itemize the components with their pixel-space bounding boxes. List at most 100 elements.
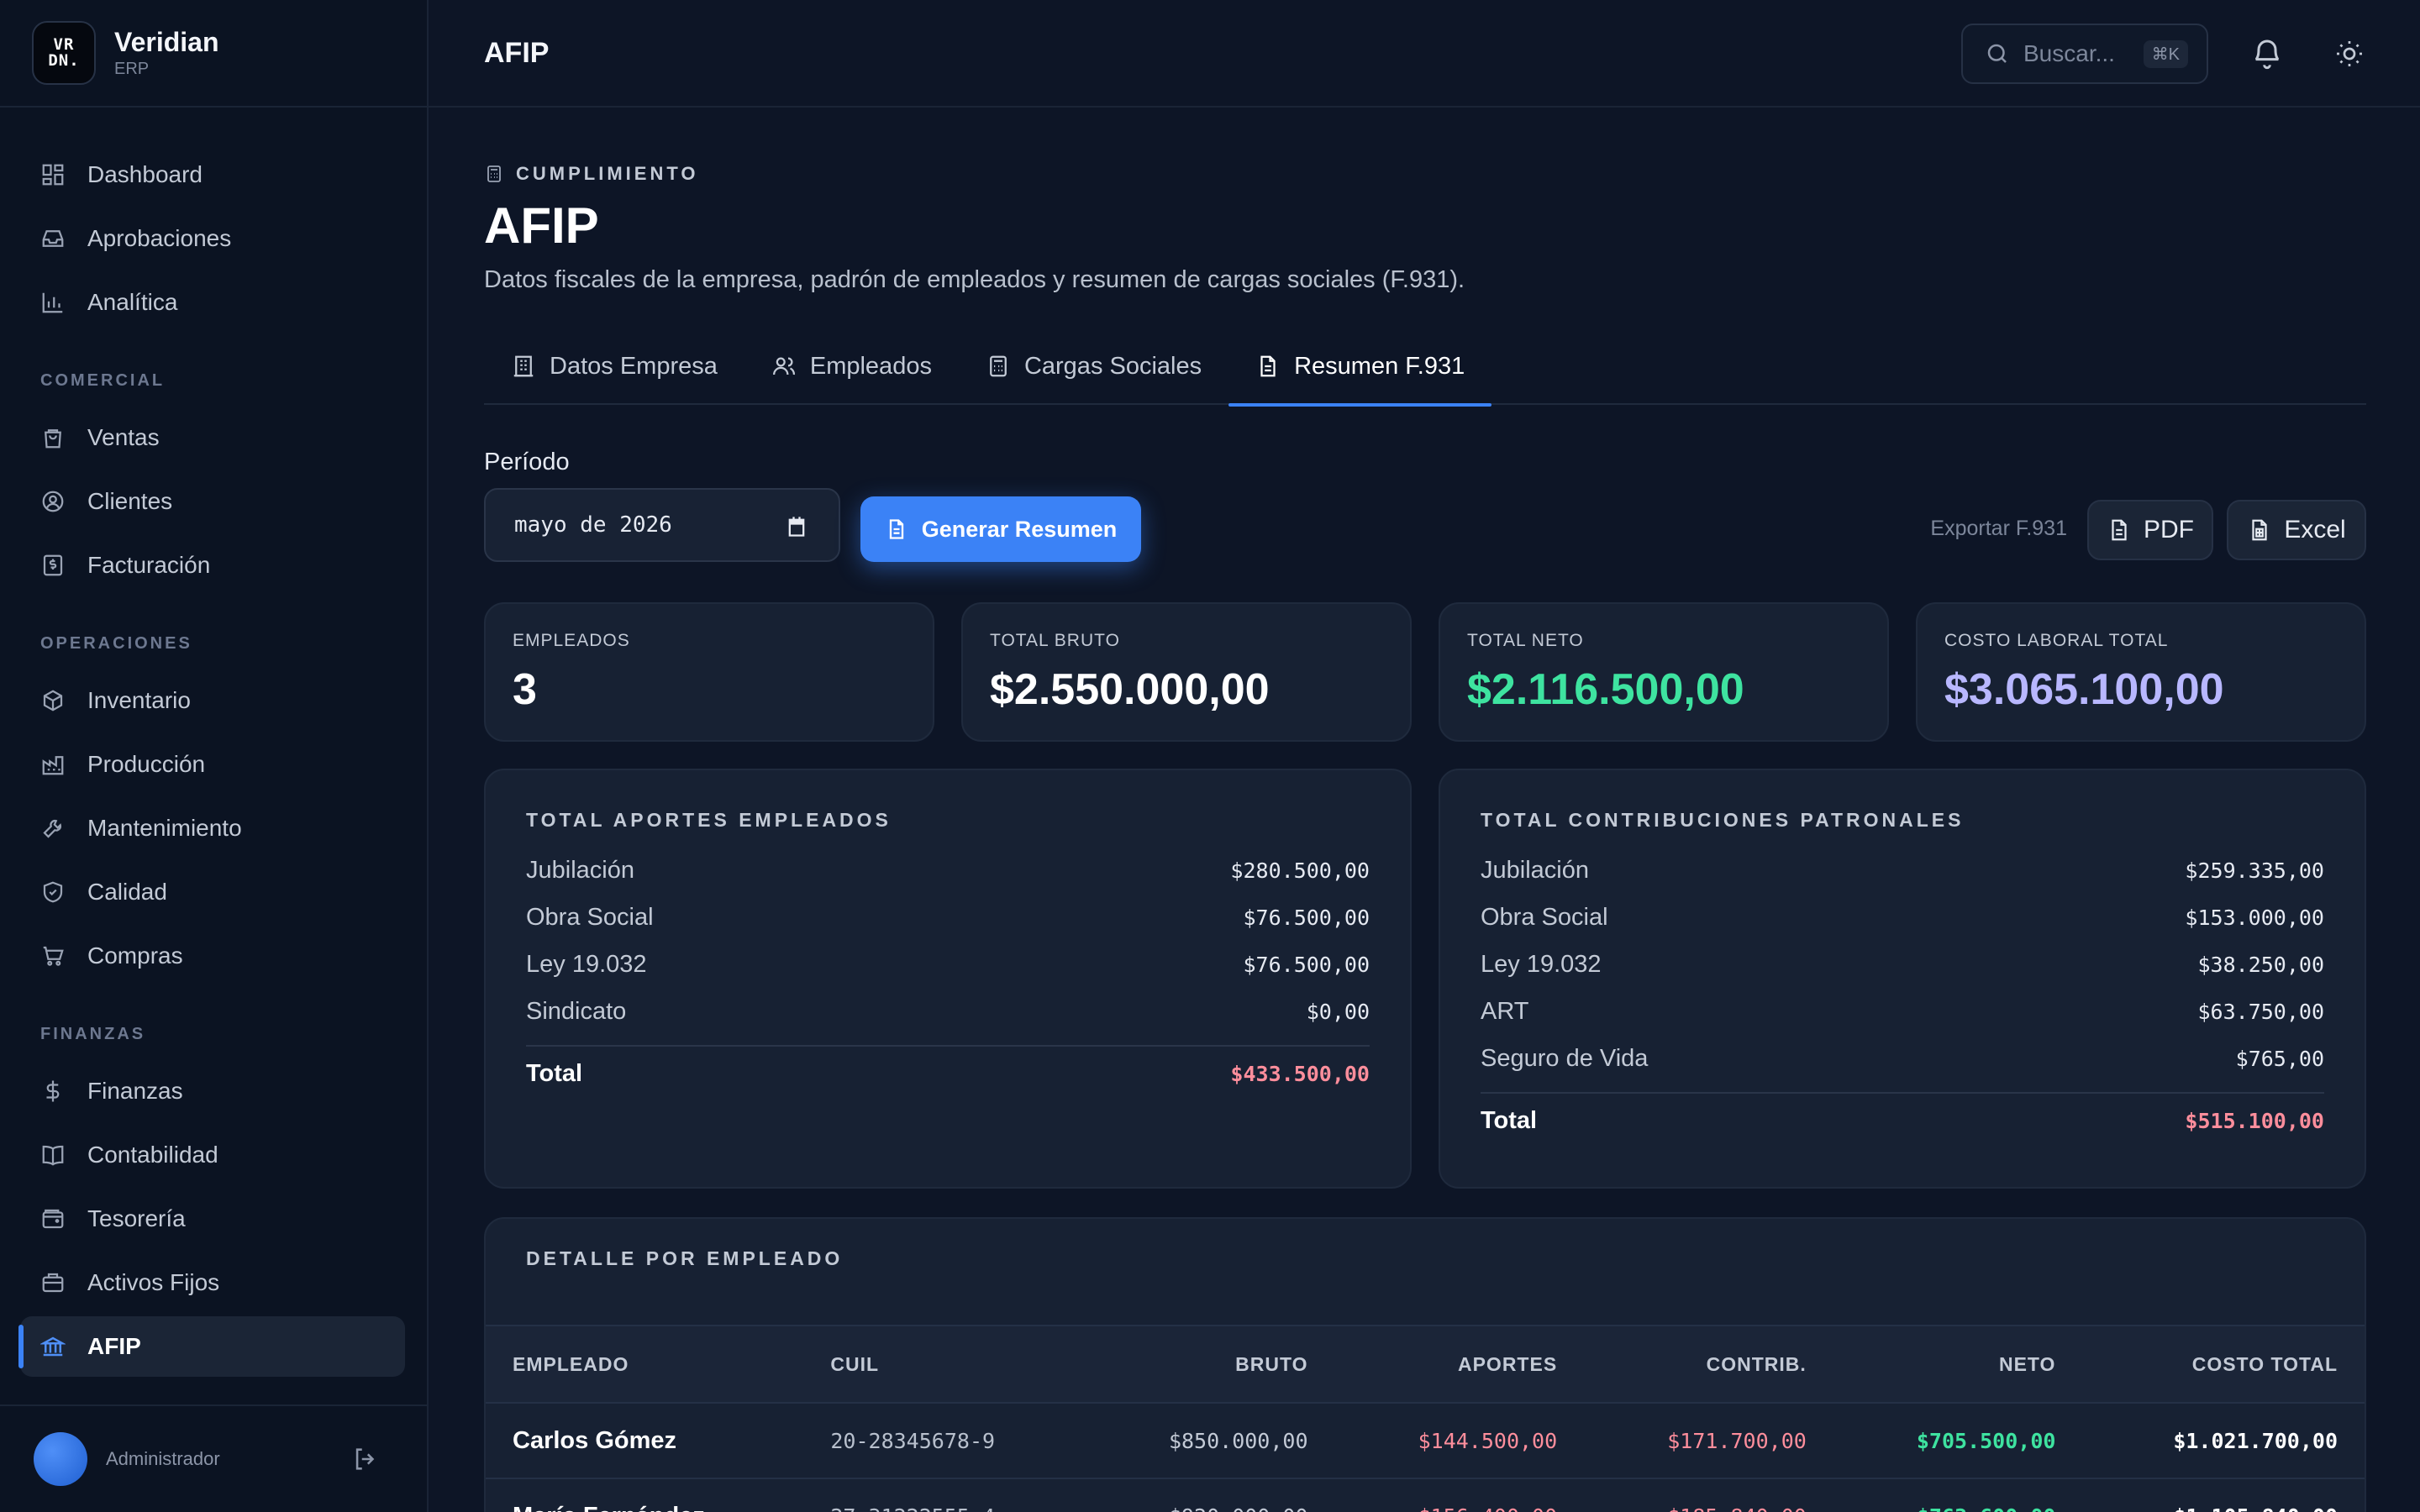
panel-title: DETALLE POR EMPLEADO — [526, 1247, 844, 1269]
nav-section-finanzas: FINANZAS — [40, 1025, 146, 1043]
sidebar-item-label: Facturación — [87, 552, 211, 578]
totals-panels: TOTAL APORTES EMPLEADOS Jubilación $280.5… — [484, 769, 2366, 1189]
row-value: $259.335,00 — [2185, 858, 2324, 883]
generate-summary-button[interactable]: Generar Resumen — [860, 496, 1141, 562]
sidebar-item-compras[interactable]: Compras — [20, 926, 405, 986]
sidebar-item-afip[interactable]: AFIP — [18, 1316, 405, 1377]
table-row[interactable]: María Fernández 27-31222555-4 $920.000,0… — [486, 1478, 2365, 1512]
bell-icon[interactable] — [2250, 37, 2284, 71]
sidebar-item-finanzas[interactable]: Finanzas — [20, 1061, 405, 1121]
row-value: $765,00 — [2235, 1046, 2324, 1071]
inbox-icon — [42, 230, 64, 247]
column-header[interactable]: BRUTO — [1086, 1326, 1335, 1403]
sidebar-item-label: Producción — [87, 751, 206, 777]
stat-label: COSTO LABORAL TOTAL — [1944, 631, 2169, 650]
employee-cuil: 27-31222555-4 — [803, 1478, 1086, 1512]
sidebar-item-contabilidad[interactable]: Contabilidad — [20, 1125, 405, 1185]
sidebar-item-analitica[interactable]: Analítica — [20, 272, 405, 333]
sidebar-item-label: Finanzas — [87, 1078, 183, 1104]
aporte-total-row: Total $433.500,00 — [526, 1050, 1370, 1097]
search-input[interactable]: Buscar... ⌘K — [1961, 24, 2208, 84]
stat-card-empleados: EMPLEADOS 3 — [484, 602, 934, 742]
aporte-row: Obra Social $76.500,00 — [526, 894, 1370, 941]
export-excel-button[interactable]: Excel — [2227, 500, 2366, 560]
sidebar: VR DN. Veridian ERP Dashboard Aprobacion… — [0, 0, 429, 1512]
tab-resumen-f931[interactable]: Resumen F.931 — [1228, 328, 1492, 407]
user-bar: Administrador — [0, 1404, 427, 1512]
search-shortcut: ⌘K — [2143, 40, 2188, 68]
employee-aportes: $156.400,00 — [1335, 1478, 1585, 1512]
sidebar-item-facturacion[interactable]: Facturación — [20, 535, 405, 596]
sidebar-item-produccion[interactable]: Producción — [20, 734, 405, 795]
page-title: AFIP — [484, 197, 599, 254]
factory-icon — [42, 756, 64, 775]
topbar-title: AFIP — [484, 36, 550, 69]
logout-icon[interactable] — [351, 1445, 380, 1473]
sidebar-item-label: Clientes — [87, 488, 173, 514]
column-header[interactable]: CUIL — [803, 1326, 1086, 1403]
contribucion-row: Obra Social $153.000,00 — [1481, 894, 2324, 941]
user-circle-icon — [42, 491, 64, 512]
employee-name: Carlos Gómez — [513, 1426, 676, 1454]
table-row[interactable]: Carlos Gómez 20-28345678-9 $850.000,00 $… — [486, 1403, 2365, 1478]
column-header[interactable]: COSTO TOTAL — [2082, 1326, 2365, 1403]
row-value: $153.000,00 — [2185, 905, 2324, 930]
sidebar-item-clientes[interactable]: Clientes — [20, 471, 405, 532]
calculator-icon — [990, 355, 1007, 377]
divider — [526, 1045, 1370, 1047]
avatar[interactable] — [34, 1432, 87, 1486]
sidebar-item-dashboard[interactable]: Dashboard — [20, 144, 405, 205]
aporte-row: Sindicato $0,00 — [526, 988, 1370, 1035]
column-header[interactable]: CONTRIB. — [1584, 1326, 1833, 1403]
employee-bruto: $920.000,00 — [1086, 1478, 1335, 1512]
sidebar-item-aprobaciones[interactable]: Aprobaciones — [20, 208, 405, 269]
sidebar-item-activos-fijos[interactable]: Activos Fijos — [20, 1252, 405, 1313]
employee-costo-total: $1.021.700,00 — [2173, 1428, 2338, 1453]
bank-icon — [40, 1336, 66, 1357]
employee-contrib: $171.700,00 — [1667, 1428, 1807, 1453]
tab-cargas-sociales[interactable]: Cargas Sociales — [959, 328, 1228, 405]
stat-card-total-bruto: TOTAL BRUTO $2.550.000,00 — [961, 602, 1412, 742]
column-header[interactable]: APORTES — [1335, 1326, 1585, 1403]
employee-costo-total: $1.105.840,00 — [2082, 1478, 2365, 1512]
tab-label: Empleados — [809, 352, 932, 380]
row-value: $76.500,00 — [1243, 905, 1370, 930]
page-eyebrow-label: CUMPLIMIENTO — [516, 163, 699, 184]
brand[interactable]: VR DN. Veridian ERP — [0, 0, 427, 108]
sidebar-item-tesoreria[interactable]: Tesorería — [20, 1189, 405, 1249]
brand-logo-line2: DN. — [48, 51, 80, 70]
export-pdf-button[interactable]: PDF — [2087, 500, 2213, 560]
panel-title: TOTAL CONTRIBUCIONES PATRONALES — [1481, 809, 1965, 831]
cart-icon — [43, 946, 64, 966]
sidebar-nav: Dashboard Aprobaciones Analítica COMERCI… — [0, 108, 427, 1377]
row-label: Seguro de Vida — [1481, 1044, 1649, 1072]
stats-row: EMPLEADOS 3 TOTAL BRUTO $2.550.000,00 TO… — [484, 602, 2366, 742]
tab-bar: Datos Empresa Empleados Cargas Sociales … — [484, 328, 2366, 407]
package-icon — [43, 690, 63, 711]
stat-label: EMPLEADOS — [513, 631, 630, 650]
row-label: Obra Social — [1481, 903, 1608, 931]
sidebar-item-label: AFIP — [87, 1333, 141, 1359]
row-label: Obra Social — [526, 903, 654, 931]
sidebar-item-calidad[interactable]: Calidad — [20, 862, 405, 922]
stat-value: $2.116.500,00 — [1467, 665, 1744, 714]
document-icon — [889, 519, 903, 539]
column-header[interactable]: NETO — [1833, 1326, 2083, 1403]
tab-empleados[interactable]: Empleados — [744, 328, 959, 405]
sidebar-item-mantenimiento[interactable]: Mantenimiento — [20, 798, 405, 858]
wallet-icon — [42, 1209, 64, 1229]
topbar: AFIP Buscar... ⌘K — [429, 0, 2420, 108]
total-value: $433.500,00 — [1230, 1061, 1370, 1086]
sidebar-item-inventario[interactable]: Inventario — [20, 670, 405, 731]
sidebar-item-label: Inventario — [87, 687, 191, 713]
sun-icon[interactable] — [2334, 39, 2365, 69]
sidebar-item-ventas[interactable]: Ventas — [20, 407, 405, 468]
tab-datos-empresa[interactable]: Datos Empresa — [484, 328, 744, 405]
tab-label: Resumen F.931 — [1294, 352, 1465, 380]
column-header[interactable]: EMPLEADO — [486, 1326, 803, 1403]
total-label: Total — [1481, 1106, 1538, 1134]
calendar-icon[interactable] — [785, 515, 808, 538]
stat-label: TOTAL NETO — [1467, 631, 1584, 650]
shopping-bag-icon — [45, 429, 61, 449]
period-month-input[interactable]: mayo de 2026 — [484, 488, 840, 562]
